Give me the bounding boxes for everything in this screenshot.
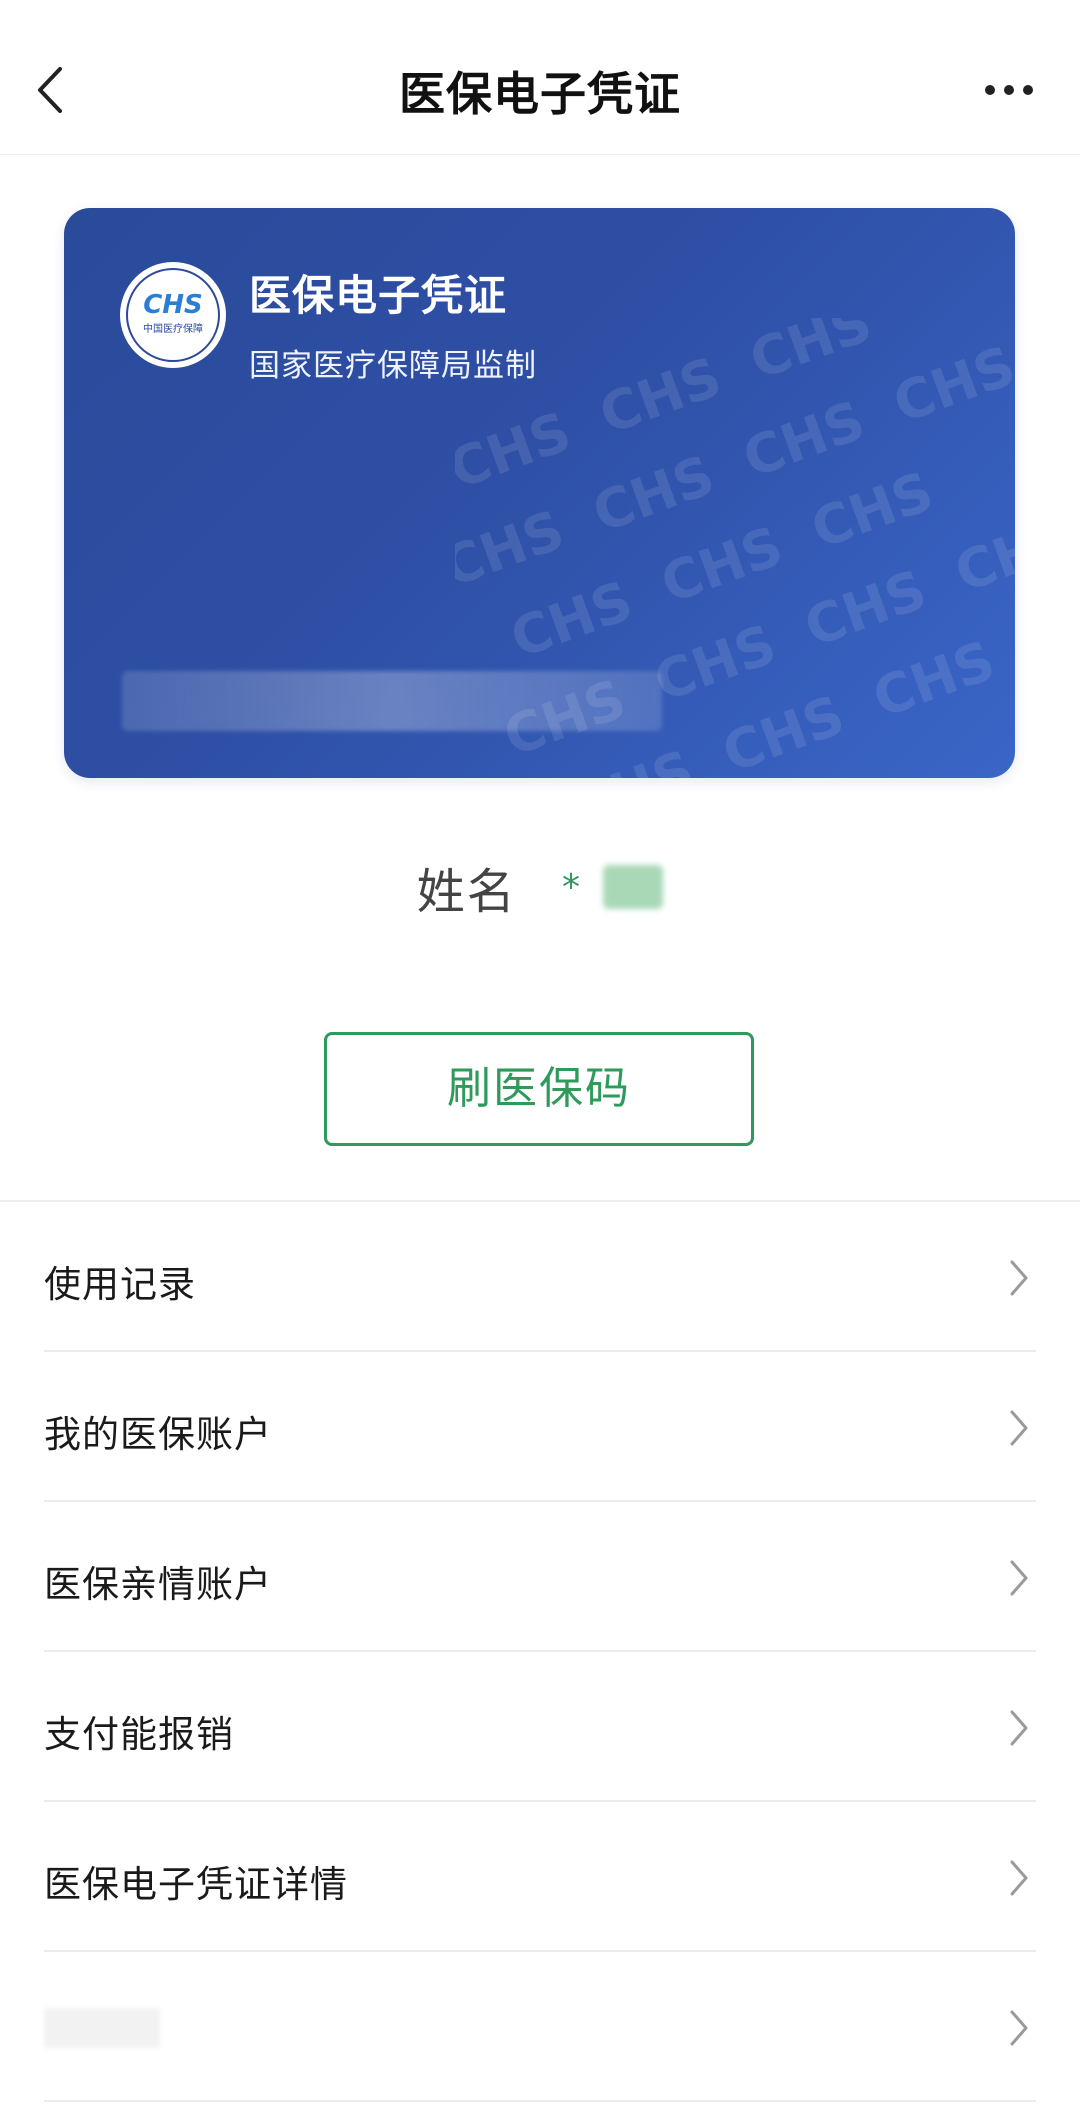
scan-insurance-code-button[interactable]: 刷医保码 — [324, 1032, 754, 1146]
chs-logo: CHS 中国医疗保障 — [118, 260, 228, 370]
svg-text:CHS: CHS — [742, 318, 880, 392]
menu-item-masked[interactable] — [0, 1952, 1080, 2102]
name-row: 姓名 * — [0, 852, 1080, 922]
chevron-right-icon — [1006, 1706, 1032, 1750]
more-options-button[interactable] — [974, 70, 1044, 110]
svg-text:CHS: CHS — [715, 683, 853, 778]
name-label: 姓名 — [416, 864, 517, 920]
svg-text:CHS: CHS — [646, 613, 784, 715]
menu-item-payment-reimbursement[interactable]: 支付能报销 — [0, 1652, 1080, 1802]
masked-card-number — [122, 671, 662, 731]
menu-item-label: 我的医保账户 — [44, 1413, 272, 1456]
menu-item-certificate-details[interactable]: 医保电子凭证详情 — [0, 1802, 1080, 1952]
chevron-right-icon — [1006, 1556, 1032, 1600]
chevron-right-icon — [1006, 1406, 1032, 1450]
svg-text:CHS: CHS — [735, 389, 873, 491]
name-masked — [603, 865, 664, 909]
svg-text:CHS: CHS — [947, 503, 1015, 605]
menu-item-usage-records[interactable]: 使用记录 — [0, 1202, 1080, 1352]
card-subtitle: 国家医疗保障局监制 — [249, 348, 537, 384]
page-title: 医保电子凭证 — [399, 67, 681, 121]
chevron-right-icon — [1006, 2006, 1032, 2050]
menu-item-my-account[interactable]: 我的医保账户 — [0, 1352, 1080, 1502]
masked-label — [44, 2008, 160, 2048]
svg-text:CHS: CHS — [653, 514, 791, 616]
card-title: 医保电子凭证 — [249, 271, 508, 320]
chevron-right-icon — [1006, 1256, 1032, 1300]
menu-item-label: 支付能报销 — [44, 1713, 234, 1756]
menu-item-label: 医保电子凭证详情 — [44, 1863, 348, 1906]
menu-list: 使用记录 我的医保账户 医保亲情账户 支付能报销 医保电子凭证详情 — [0, 1202, 1080, 2102]
top-navigation-bar: 医保电子凭证 — [0, 0, 1080, 155]
insurance-card: CHS CHS CHS CHS CHS CHS CHS CHS CHS CHS … — [64, 208, 1015, 778]
svg-text:CHS: CHS — [885, 334, 1015, 436]
svg-text:CHS: CHS — [865, 629, 1003, 731]
svg-text:CHS: CHS — [455, 498, 572, 600]
row-divider — [44, 2100, 1036, 2102]
chevron-right-icon — [1006, 1856, 1032, 1900]
svg-text:CHS: CHS — [455, 400, 579, 502]
svg-text:CHS: CHS — [591, 345, 729, 447]
more-horizontal-icon — [974, 70, 1044, 110]
menu-item-family-account[interactable]: 医保亲情账户 — [0, 1502, 1080, 1652]
svg-text:CHS: CHS — [503, 569, 641, 671]
logo-text: CHS — [143, 290, 203, 320]
svg-text:CHS: CHS — [797, 558, 935, 660]
name-value: * — [562, 866, 580, 908]
svg-text:CHS: CHS — [585, 443, 723, 545]
menu-item-label: 医保亲情账户 — [44, 1563, 272, 1606]
menu-item-label: 使用记录 — [44, 1263, 196, 1306]
logo-subtext: 中国医疗保障 — [143, 322, 203, 335]
svg-text:CHS: CHS — [803, 460, 941, 562]
